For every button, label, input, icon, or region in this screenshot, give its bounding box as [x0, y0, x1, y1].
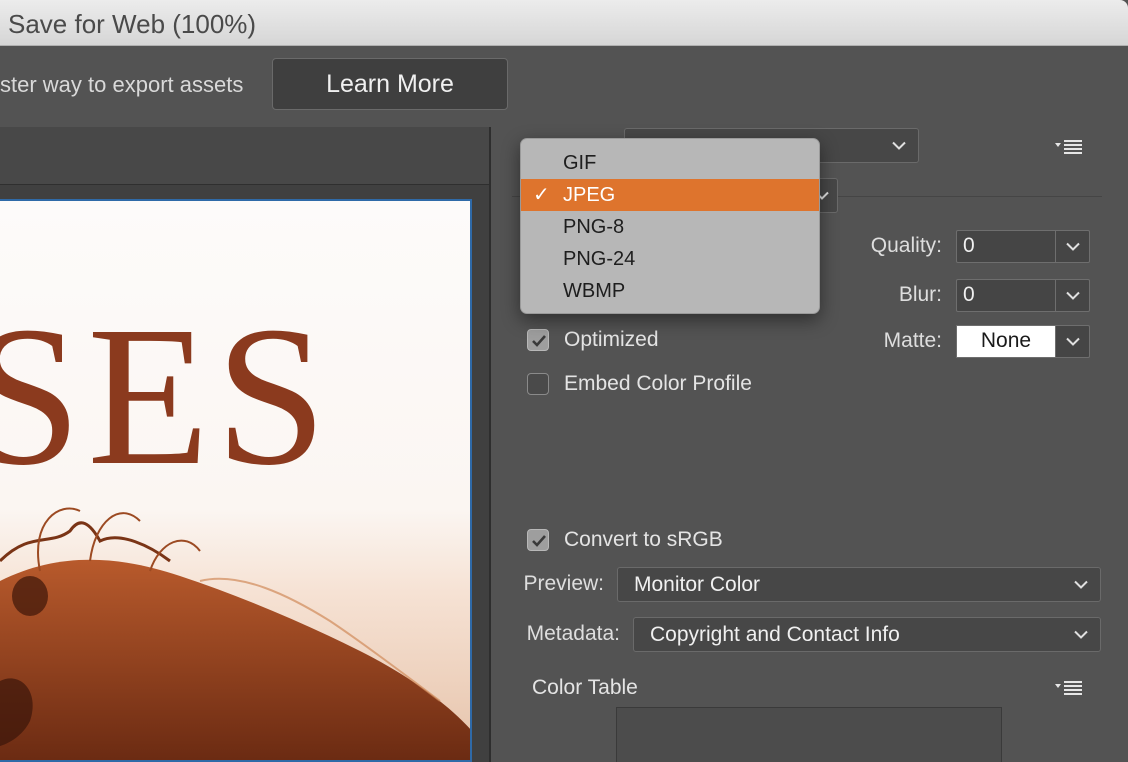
- quality-input[interactable]: 0: [956, 230, 1056, 263]
- menu-item-png-8[interactable]: PNG-8: [521, 211, 819, 243]
- embed-color-profile-checkbox[interactable]: [527, 373, 549, 395]
- embed-color-profile-label: Embed Color Profile: [564, 372, 752, 395]
- color-table-menu-icon[interactable]: [1054, 679, 1084, 700]
- menu-item-label: PNG-24: [563, 248, 636, 270]
- checkmark-icon: [532, 535, 546, 547]
- window-title: Save for Web (100%): [8, 9, 257, 39]
- preview-title-text: SES: [0, 286, 333, 507]
- checkmark-icon: [532, 335, 546, 347]
- menu-item-label: JPEG: [563, 184, 616, 206]
- horse-photo: SES: [0, 286, 470, 760]
- color-table-label: Color Table: [532, 676, 638, 699]
- chevron-down-icon: [892, 141, 906, 150]
- menu-item-png-24[interactable]: PNG-24: [521, 243, 819, 275]
- metadata-label: Metadata:: [526, 622, 620, 645]
- optimized-label: Optimized: [564, 328, 659, 351]
- blur-label: Blur:: [898, 283, 942, 306]
- preview-image[interactable]: SES: [0, 199, 472, 762]
- checkmark-icon: ✓: [533, 184, 550, 206]
- chevron-down-icon: [1065, 337, 1080, 346]
- chevron-down-icon: [1065, 242, 1080, 251]
- convert-srgb-checkbox[interactable]: [527, 529, 549, 551]
- chevron-down-icon: [1074, 630, 1088, 639]
- chevron-down-icon: [1074, 580, 1088, 589]
- quality-dropdown-button[interactable]: [1056, 230, 1090, 263]
- blur-input[interactable]: 0: [956, 279, 1056, 312]
- matte-select[interactable]: None: [956, 325, 1056, 358]
- menu-item-jpeg[interactable]: ✓ JPEG: [521, 179, 819, 211]
- learn-more-button[interactable]: Learn More: [272, 58, 508, 110]
- convert-srgb-label: Convert to sRGB: [564, 528, 723, 551]
- menu-item-wbmp[interactable]: WBMP: [521, 275, 819, 307]
- format-dropdown-menu: GIF ✓ JPEG PNG-8 PNG-24 WBMP: [520, 138, 820, 314]
- matte-label: Matte:: [883, 329, 942, 352]
- preview-tab-bar: [0, 127, 490, 185]
- flyout-menu-icon[interactable]: [1054, 138, 1084, 159]
- metadata-select-value: Copyright and Contact Info: [650, 622, 900, 646]
- color-table: [616, 707, 1002, 762]
- optimized-checkbox[interactable]: [527, 329, 549, 351]
- menu-item-label: GIF: [563, 152, 597, 174]
- menu-item-label: WBMP: [563, 280, 626, 302]
- promo-text: ster way to export assets: [0, 72, 244, 97]
- quality-label: Quality:: [870, 234, 942, 257]
- menu-item-gif[interactable]: GIF: [521, 147, 819, 179]
- preview-select[interactable]: Monitor Color: [617, 567, 1101, 602]
- metadata-select[interactable]: Copyright and Contact Info: [633, 617, 1101, 652]
- chevron-down-icon: [1065, 291, 1080, 300]
- matte-dropdown-button[interactable]: [1056, 325, 1090, 358]
- preview-label: Preview:: [523, 572, 604, 595]
- preview-select-value: Monitor Color: [634, 572, 761, 596]
- menu-item-label: PNG-8: [563, 216, 625, 238]
- blur-dropdown-button[interactable]: [1056, 279, 1090, 312]
